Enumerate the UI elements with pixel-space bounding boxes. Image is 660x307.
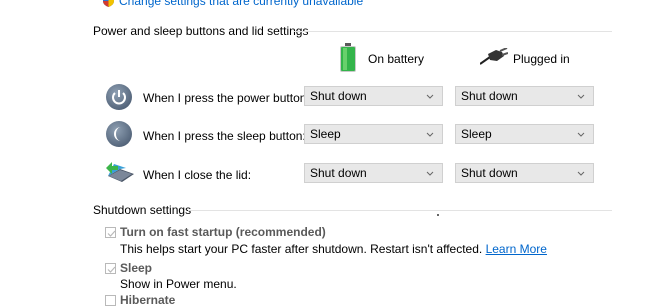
power-button-battery-select[interactable]: Shut down (304, 86, 443, 106)
selected-value: Shut down (461, 166, 518, 180)
power-section-title: Power and sleep buttons and lid settings (93, 24, 309, 38)
fast-startup-checkbox[interactable] (105, 227, 116, 238)
shield-icon (103, 0, 114, 7)
checkmark-icon (107, 266, 116, 273)
sleep-button-plugged-select[interactable]: Sleep (455, 124, 594, 144)
hibernate-label: Hibernate (120, 293, 176, 307)
sleep-button-icon (106, 121, 132, 147)
fast-startup-description: This helps start your PC faster after sh… (120, 242, 547, 256)
chevron-down-icon (577, 132, 585, 137)
chevron-down-icon (426, 132, 434, 137)
checkmark-icon (107, 230, 116, 237)
shutdown-section-title: Shutdown settings (93, 203, 192, 217)
power-button-label: When I press the power button: (143, 91, 310, 105)
power-button-icon (106, 84, 132, 110)
chevron-down-icon (426, 94, 434, 99)
sleep-menu-label: Sleep (120, 261, 153, 275)
selected-value: Sleep (310, 127, 341, 141)
chevron-down-icon (577, 94, 585, 99)
stray-dot (437, 214, 439, 216)
learn-more-link[interactable]: Learn More (486, 242, 547, 256)
section-divider (188, 210, 612, 211)
sleep-button-label: When I press the sleep button: (143, 129, 306, 143)
column-on-battery: On battery (368, 52, 425, 66)
sleep-checkbox[interactable] (105, 263, 116, 274)
plug-icon (480, 48, 508, 65)
selected-value: Shut down (310, 89, 367, 103)
sleep-menu-description: Show in Power menu. (120, 277, 237, 291)
laptop-lid-icon (106, 162, 134, 182)
selected-value: Shut down (310, 166, 367, 180)
chevron-down-icon (426, 171, 434, 176)
change-settings-link[interactable]: Change settings that are currently unava… (119, 0, 363, 8)
close-lid-plugged-select[interactable]: Shut down (455, 163, 594, 183)
selected-value: Shut down (461, 89, 518, 103)
section-divider (294, 31, 612, 32)
battery-icon (340, 43, 356, 72)
hibernate-checkbox[interactable] (105, 295, 116, 306)
selected-value: Sleep (461, 127, 492, 141)
fast-startup-label: Turn on fast startup (recommended) (120, 225, 326, 239)
fast-startup-desc-text: This helps start your PC faster after sh… (120, 242, 483, 256)
close-lid-label: When I close the lid: (143, 168, 252, 182)
close-lid-battery-select[interactable]: Shut down (304, 163, 443, 183)
power-button-plugged-select[interactable]: Shut down (455, 86, 594, 106)
column-plugged-in: Plugged in (513, 52, 570, 66)
sleep-button-battery-select[interactable]: Sleep (304, 124, 443, 144)
chevron-down-icon (577, 171, 585, 176)
